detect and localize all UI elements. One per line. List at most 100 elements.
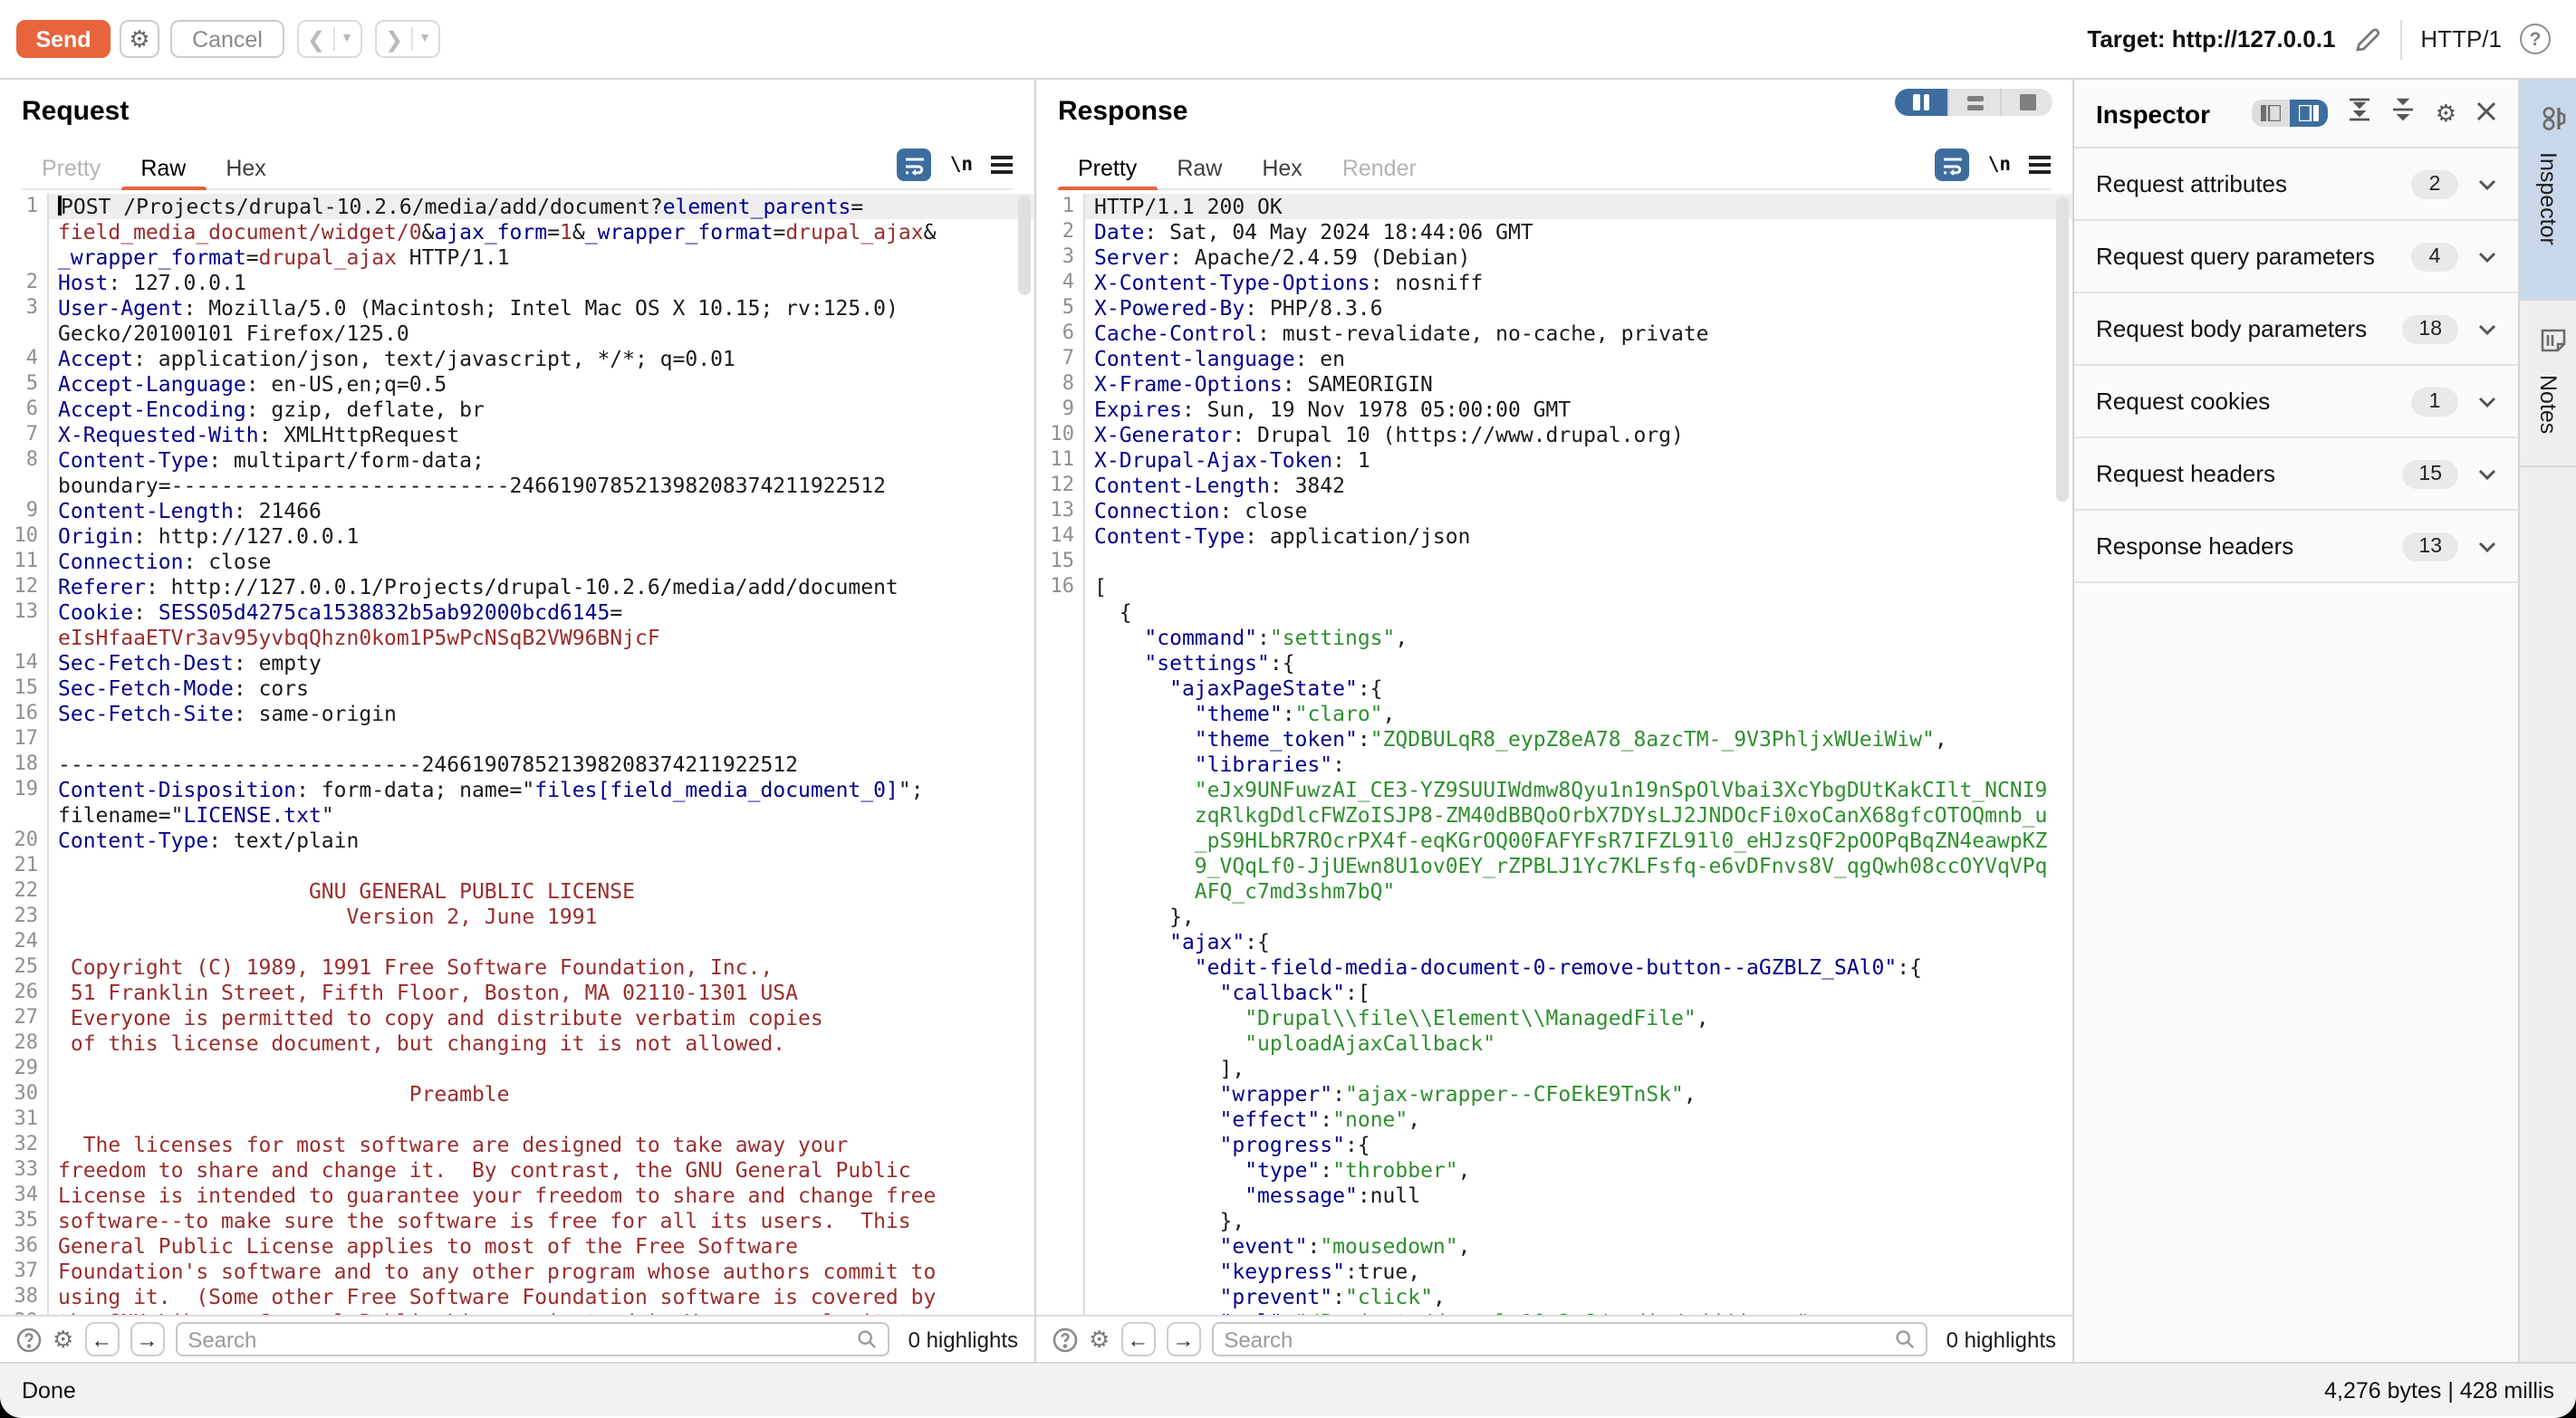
code-line[interactable]: "uploadAjaxCallback": [1036, 1030, 2072, 1056]
code-line[interactable]: },: [1036, 904, 2072, 929]
code-line[interactable]: 36General Public License applies to most…: [0, 1233, 1034, 1259]
code-line[interactable]: 14Content-Type: application/json: [1036, 523, 2072, 549]
code-line[interactable]: 32 The licenses for most software are de…: [0, 1132, 1034, 1157]
request-scrollbar[interactable]: [1018, 196, 1031, 295]
search-prev-button[interactable]: ←: [84, 1322, 119, 1356]
code-line[interactable]: 5X-Powered-By: PHP/8.3.6: [1036, 295, 2072, 321]
code-line[interactable]: "progress":{: [1036, 1132, 2072, 1157]
code-line[interactable]: 39the GNU Library General Public License…: [0, 1309, 1034, 1315]
code-line[interactable]: 3User-Agent: Mozilla/5.0 (Macintosh; Int…: [0, 295, 1034, 321]
expand-all-icon[interactable]: [2349, 97, 2372, 129]
code-line[interactable]: 12Content-Length: 3842: [1036, 473, 2072, 498]
code-line[interactable]: "keypress":true,: [1036, 1259, 2072, 1284]
code-line[interactable]: 11Connection: close: [0, 549, 1034, 574]
code-line[interactable]: boundary=---------------------------2466…: [0, 473, 1034, 498]
code-line[interactable]: AFQ_c7md3shm7bQ": [1036, 878, 2072, 904]
code-line[interactable]: field_media_document/widget/0&ajax_form=…: [0, 219, 1034, 244]
code-line[interactable]: "theme":"claro",: [1036, 701, 2072, 726]
code-line[interactable]: 20Content-Type: text/plain: [0, 828, 1034, 853]
code-line[interactable]: "ajax":{: [1036, 929, 2072, 954]
help-icon[interactable]: ?: [2520, 24, 2551, 54]
inspector-section-body-params[interactable]: Request body parameters 18: [2074, 293, 2518, 366]
code-line[interactable]: 5Accept-Language: en-US,en;q=0.5: [0, 371, 1034, 397]
show-newlines-toggle[interactable]: \n: [1988, 154, 2011, 176]
code-line[interactable]: 15Sec-Fetch-Mode: cors: [0, 675, 1034, 701]
side-tab-inspector[interactable]: Inspector: [2520, 80, 2576, 301]
collapse-all-icon[interactable]: [2392, 97, 2416, 129]
code-line[interactable]: 9Content-Length: 21466: [0, 498, 1034, 523]
code-line[interactable]: "settings":{: [1036, 650, 2072, 675]
code-line[interactable]: "theme_token":"ZQDBULqR8_eypZ8eA78_8azcT…: [1036, 726, 2072, 752]
code-line[interactable]: "effect":"none",: [1036, 1107, 2072, 1132]
code-line[interactable]: 8X-Frame-Options: SAMEORIGIN: [1036, 371, 2072, 397]
word-wrap-toggle[interactable]: [898, 149, 932, 181]
code-line[interactable]: 3Server: Apache/2.4.59 (Debian): [1036, 244, 2072, 270]
code-line[interactable]: 31: [0, 1107, 1034, 1132]
code-line[interactable]: 37Foundation's software and to any other…: [0, 1259, 1034, 1284]
show-newlines-toggle[interactable]: \n: [950, 154, 973, 176]
code-line[interactable]: 11X-Drupal-Ajax-Token: 1: [1036, 447, 2072, 473]
tab-raw[interactable]: Raw: [120, 146, 206, 189]
code-line[interactable]: _pS9HLbR7ROcrPX4f-eqKGrOQ00FAFYFsR7IFZL9…: [1036, 828, 2072, 853]
code-line[interactable]: "callback":[: [1036, 980, 2072, 1005]
inspector-section-request-headers[interactable]: Request headers 15: [2074, 438, 2518, 511]
inspector-section-request-attributes[interactable]: Request attributes 2: [2074, 149, 2518, 221]
code-line[interactable]: "prevent":"click",: [1036, 1284, 2072, 1309]
code-line[interactable]: {: [1036, 599, 2072, 625]
search-help-icon[interactable]: [16, 1327, 42, 1352]
code-line[interactable]: "command":"settings",: [1036, 625, 2072, 650]
tab-hex[interactable]: Hex: [206, 146, 285, 189]
code-line[interactable]: 6Accept-Encoding: gzip, deflate, br: [0, 397, 1034, 422]
code-line[interactable]: 27 Everyone is permitted to copy and dis…: [0, 1005, 1034, 1030]
code-line[interactable]: _wrapper_format=drupal_ajax HTTP/1.1: [0, 244, 1034, 270]
inspector-close-icon[interactable]: [2476, 97, 2496, 129]
code-line[interactable]: 13Connection: close: [1036, 498, 2072, 523]
http-version-selector[interactable]: HTTP/1: [2420, 25, 2502, 53]
code-line[interactable]: ],: [1036, 1056, 2072, 1081]
code-line[interactable]: 26 51 Franklin Street, Fifth Floor, Bost…: [0, 980, 1034, 1005]
code-line[interactable]: filename="LICENSE.txt": [0, 802, 1034, 828]
response-scrollbar[interactable]: [2056, 197, 2069, 502]
code-line[interactable]: 10Origin: http://127.0.0.1: [0, 523, 1034, 549]
code-line[interactable]: "url":"/Projects/drupal-10.2.6/media/add…: [1036, 1309, 2072, 1315]
tab-render[interactable]: Render: [1322, 146, 1437, 189]
code-line[interactable]: 8Content-Type: multipart/form-data;: [0, 447, 1034, 473]
editor-menu-icon[interactable]: [2029, 156, 2051, 174]
code-line[interactable]: 30 Preamble: [0, 1081, 1034, 1107]
code-line[interactable]: "libraries":: [1036, 752, 2072, 777]
inspector-section-query-params[interactable]: Request query parameters 4: [2074, 221, 2518, 293]
tab-pretty[interactable]: Pretty: [1058, 146, 1157, 189]
code-line[interactable]: 9_VQqLf0-JjUEwn8U1ov0EY_rZPBLJ1Yc7KLFsfq…: [1036, 853, 2072, 878]
code-line[interactable]: },: [1036, 1208, 2072, 1233]
code-line[interactable]: "eJx9UNFuwzAI_CE3-YZ9SUUIWdmw8Qyu1n19nSp…: [1036, 777, 2072, 802]
search-input[interactable]: [1224, 1327, 1895, 1352]
code-line[interactable]: 34License is intended to guarantee your …: [0, 1183, 1034, 1208]
dock-right-button[interactable]: [2291, 100, 2329, 127]
search-input[interactable]: [187, 1327, 857, 1352]
editor-menu-icon[interactable]: [991, 156, 1013, 174]
edit-target-icon[interactable]: [2353, 24, 2382, 53]
code-line[interactable]: "ajaxPageState":{: [1036, 675, 2072, 701]
code-line[interactable]: 28 of this license document, but changin…: [0, 1030, 1034, 1056]
code-line[interactable]: 19Content-Disposition: form-data; name="…: [0, 777, 1034, 802]
code-line[interactable]: 9Expires: Sun, 19 Nov 1978 05:00:00 GMT: [1036, 397, 2072, 422]
code-line[interactable]: "Drupal\\file\\Element\\ManagedFile",: [1036, 1005, 2072, 1030]
code-line[interactable]: 17: [0, 726, 1034, 752]
side-tab-notes[interactable]: Notes: [2520, 301, 2576, 467]
inspector-section-response-headers[interactable]: Response headers 13: [2074, 511, 2518, 583]
code-line[interactable]: 2Host: 127.0.0.1: [0, 270, 1034, 295]
history-back-button[interactable]: ❮ ▼: [297, 20, 362, 58]
dock-left-button[interactable]: [2253, 100, 2291, 127]
code-line[interactable]: 2Date: Sat, 04 May 2024 18:44:06 GMT: [1036, 219, 2072, 244]
code-line[interactable]: 35software--to make sure the software is…: [0, 1208, 1034, 1233]
send-settings-button[interactable]: ⚙: [120, 20, 159, 58]
code-line[interactable]: 33freedom to share and change it. By con…: [0, 1157, 1034, 1183]
code-line[interactable]: 13Cookie: SESS05d4275ca1538832b5ab92000b…: [0, 599, 1034, 625]
request-editor[interactable]: 1POST /Projects/drupal-10.2.6/media/add/…: [0, 190, 1034, 1315]
code-line[interactable]: "message":null: [1036, 1183, 2072, 1208]
tab-hex[interactable]: Hex: [1242, 146, 1322, 189]
code-line[interactable]: 10X-Generator: Drupal 10 (https://www.dr…: [1036, 422, 2072, 447]
inspector-settings-icon[interactable]: ⚙: [2436, 99, 2456, 128]
search-settings-icon[interactable]: ⚙: [1089, 1325, 1110, 1354]
send-button[interactable]: Send: [16, 20, 111, 58]
